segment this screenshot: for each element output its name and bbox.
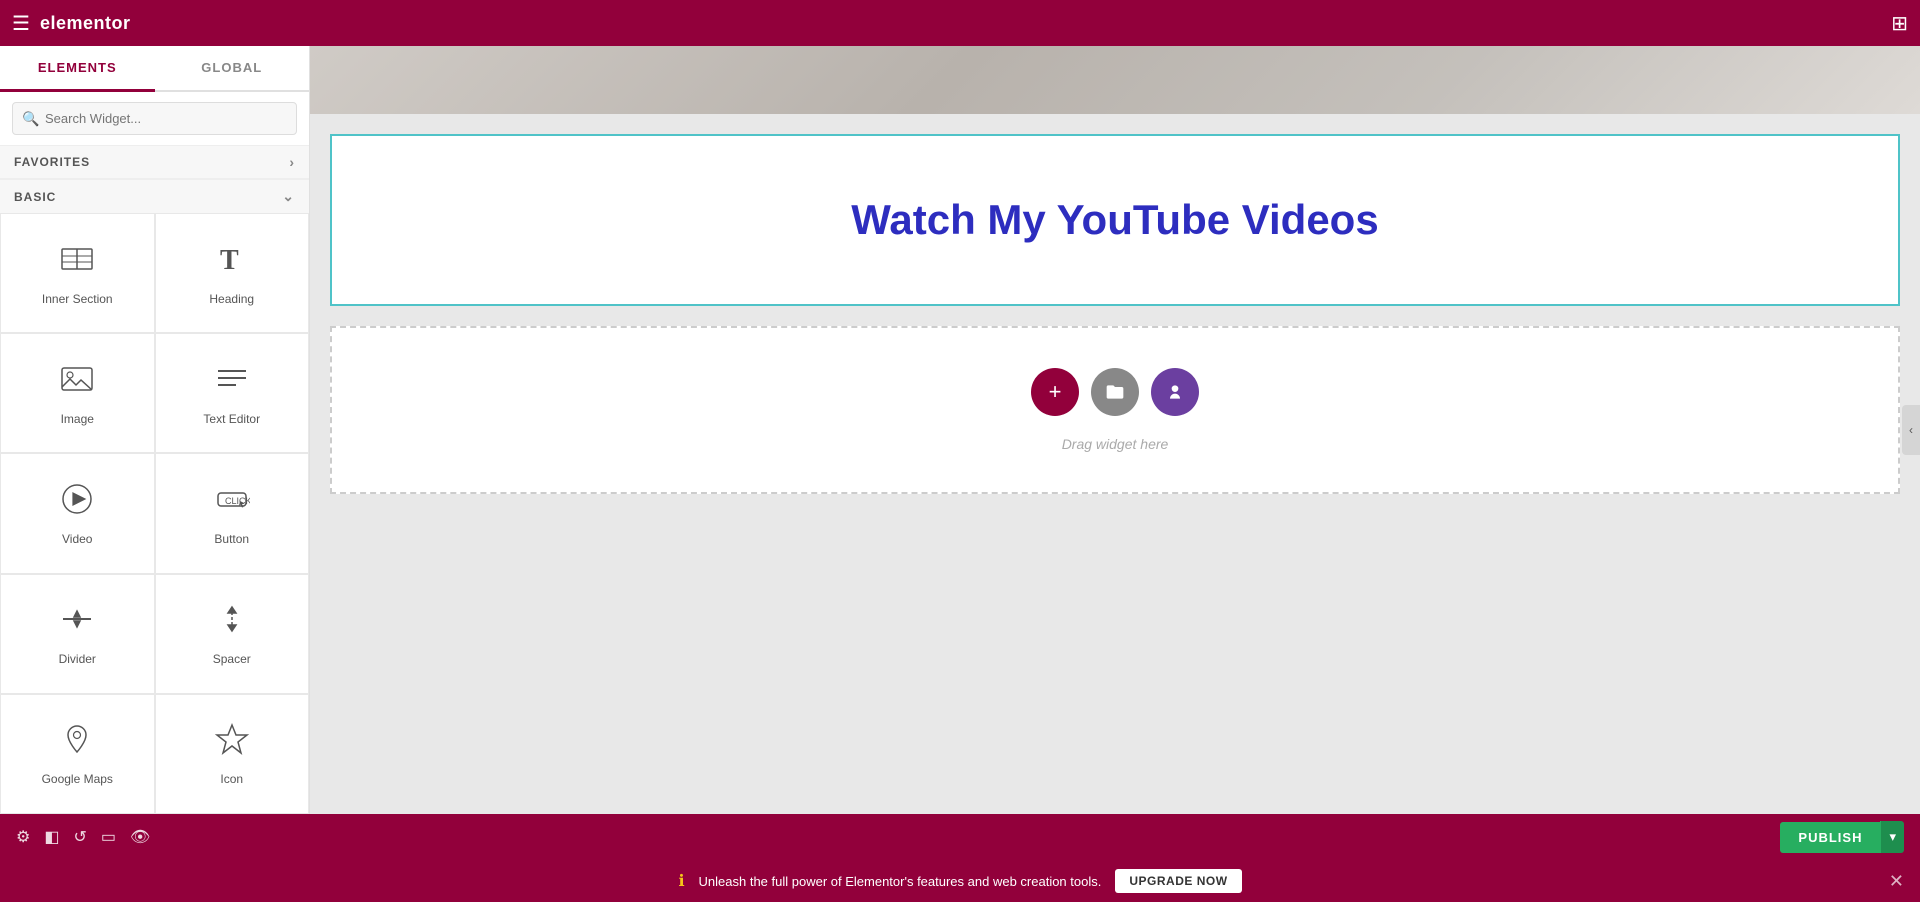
hamburger-icon[interactable]: ☰ [12,11,30,36]
folder-template-button[interactable] [1091,368,1139,416]
tab-global[interactable]: GLOBAL [155,46,310,90]
text-editor-icon [214,361,250,404]
tab-elements[interactable]: ELEMENTS [0,46,155,92]
eye-icon[interactable]: 👁 [130,827,150,847]
chevron-down-icon: ⌄ [282,188,295,205]
widget-google-maps[interactable]: Google Maps [0,694,155,814]
svg-text:T: T [220,245,239,276]
widget-label-spacer: Spacer [213,652,251,666]
widget-divider[interactable]: Divider [0,574,155,694]
icon-widget-icon [214,721,250,764]
layers-icon[interactable]: ◧ [44,827,59,847]
elementor-logo: elementor [40,13,131,34]
widget-heading[interactable]: T Heading [155,213,310,333]
bottom-bar-left-icons: ⚙ ◧ ↺ ▭ 👁 [16,827,150,847]
widget-spacer[interactable]: Spacer [155,574,310,694]
divider-icon [59,601,95,644]
section-heading-text: Watch My YouTube Videos [851,196,1378,244]
button-icon: CLICK [214,481,250,524]
canvas-wrap: Watch My YouTube Videos + [310,46,1920,814]
drop-zone[interactable]: + Drag widget he [330,326,1900,494]
hero-image-bg [310,46,1920,114]
video-icon [59,481,95,524]
upgrade-now-button[interactable]: UPGRADE NOW [1115,869,1241,893]
drop-zone-actions: + [1031,368,1199,416]
template-library-button[interactable] [1151,368,1199,416]
widget-label-image: Image [61,412,94,426]
sidebar-search-area: 🔍 [0,92,309,145]
widget-label-video: Video [62,532,92,546]
main-layout: ELEMENTS GLOBAL 🔍 FAVORITES › BASIC ⌄ [0,46,1920,814]
widget-label-icon: Icon [220,772,243,786]
widget-label-text-editor: Text Editor [203,412,260,426]
section-heading-container[interactable]: Watch My YouTube Videos [330,134,1900,306]
chevron-right-icon: › [289,154,295,170]
widget-video[interactable]: Video [0,453,155,573]
canvas-hero-image [310,46,1920,114]
widget-label-inner-section: Inner Section [42,292,113,306]
widget-icon[interactable]: Icon [155,694,310,814]
search-input[interactable] [12,102,297,135]
canvas: Watch My YouTube Videos + [310,46,1920,814]
heading-icon: T [214,241,250,284]
image-icon [59,361,95,404]
close-notification-icon[interactable]: ✕ [1889,871,1904,892]
sidebar: ELEMENTS GLOBAL 🔍 FAVORITES › BASIC ⌄ [0,46,310,814]
widget-label-divider: Divider [59,652,96,666]
publish-dropdown-button[interactable]: ▾ [1880,821,1904,853]
add-section-button[interactable]: + [1031,368,1079,416]
widget-inner-section[interactable]: Inner Section [0,213,155,333]
spacer-icon [214,601,250,644]
notif-info-icon: ℹ [678,871,684,891]
sidebar-tabs: ELEMENTS GLOBAL [0,46,309,92]
history-icon[interactable]: ↺ [73,827,86,847]
responsive-icon[interactable]: ▭ [101,827,116,847]
widget-label-button: Button [214,532,249,546]
basic-section-header[interactable]: BASIC ⌄ [0,179,309,213]
bottom-bar: ⚙ ◧ ↺ ▭ 👁 PUBLISH ▾ [0,814,1920,860]
widget-text-editor[interactable]: Text Editor [155,333,310,453]
publish-group: PUBLISH ▾ [1780,821,1904,853]
notif-message: Unleash the full power of Elementor's fe… [699,874,1102,889]
widget-label-google-maps: Google Maps [42,772,113,786]
settings-icon[interactable]: ⚙ [16,827,30,847]
google-maps-icon [59,721,95,764]
publish-button[interactable]: PUBLISH [1780,822,1880,853]
top-bar: ☰ elementor ⊞ [0,0,1920,46]
widget-image[interactable]: Image [0,333,155,453]
drop-zone-label: Drag widget here [1062,436,1169,452]
canvas-content: Watch My YouTube Videos + [310,114,1920,534]
widget-button[interactable]: CLICK Button [155,453,310,573]
notification-bar: ℹ Unleash the full power of Elementor's … [0,860,1920,902]
favorites-section-header[interactable]: FAVORITES › [0,145,309,179]
sidebar-collapse-handle[interactable]: ‹ [1902,405,1920,455]
favorites-label: FAVORITES [14,155,90,169]
svg-text:CLICK: CLICK [225,496,250,506]
inner-section-icon [59,241,95,284]
widget-grid: Inner Section T Heading [0,213,309,814]
basic-label: BASIC [14,190,56,204]
grid-icon[interactable]: ⊞ [1891,11,1908,36]
collapse-arrow-icon: ‹ [1909,423,1913,437]
widget-label-heading: Heading [209,292,254,306]
